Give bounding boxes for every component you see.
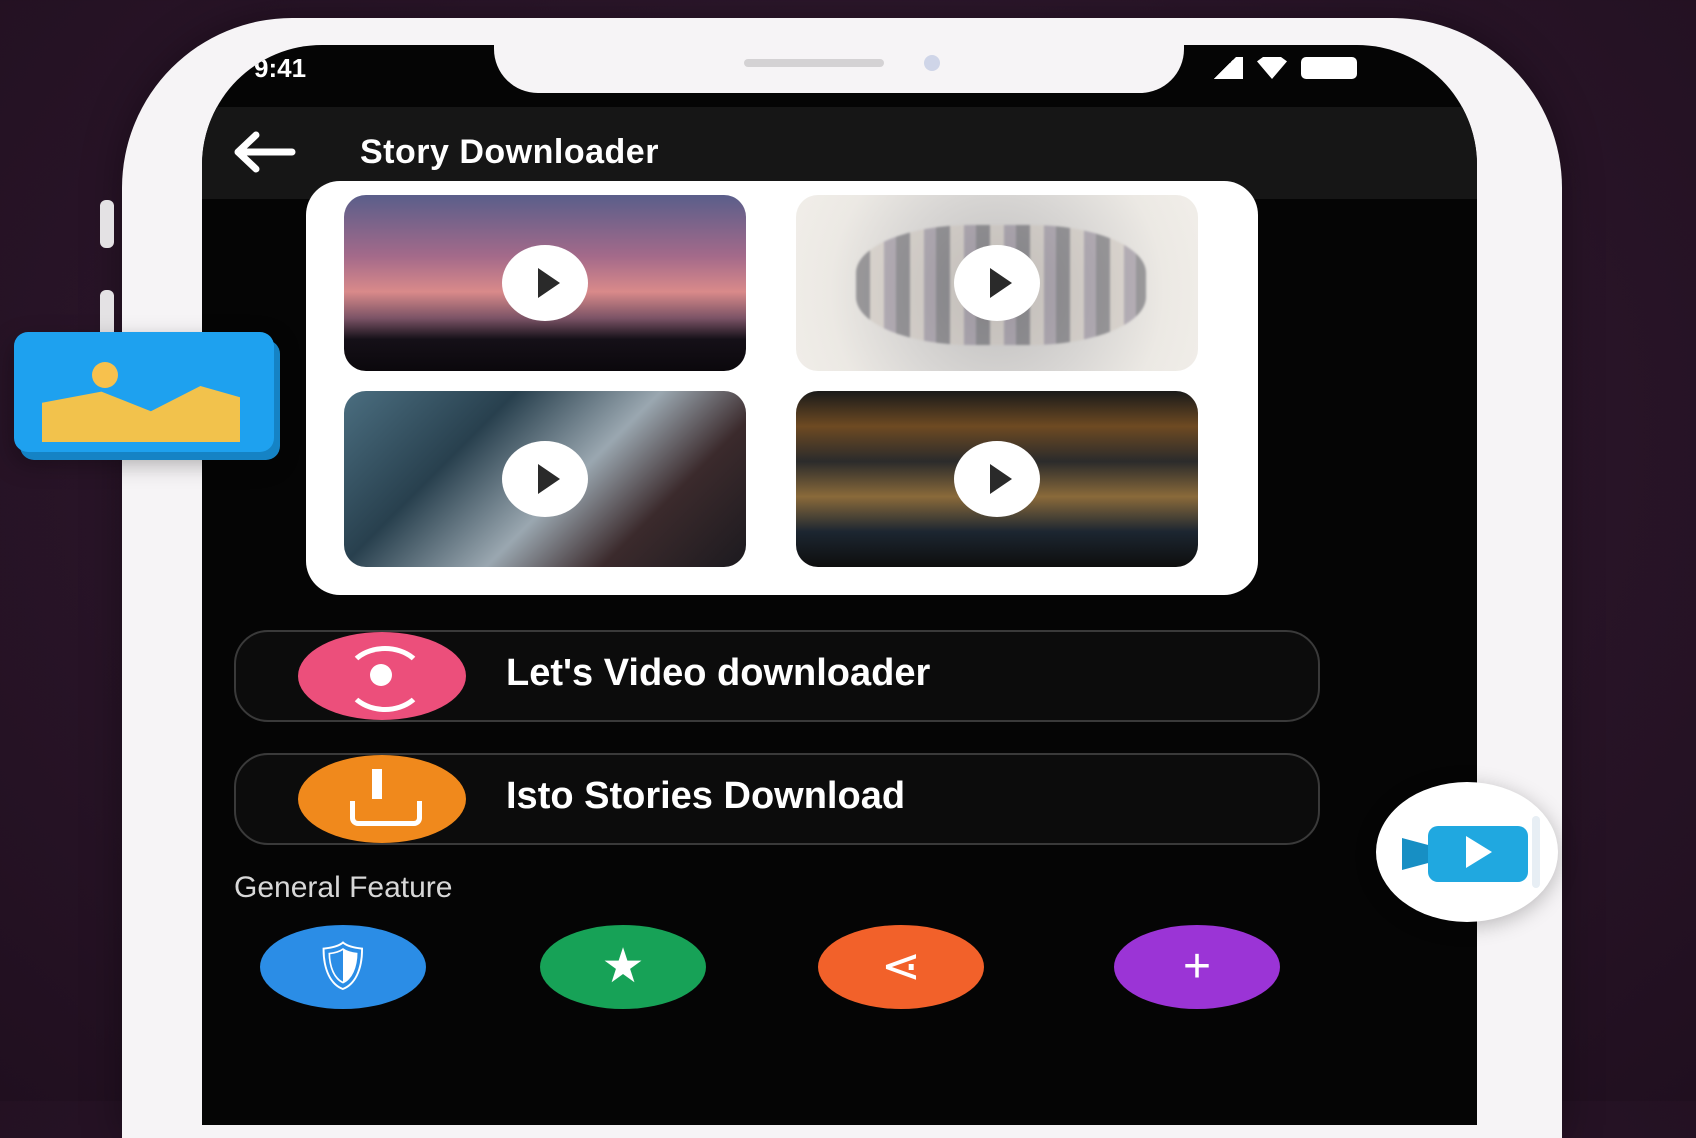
play-icon[interactable] — [502, 245, 588, 321]
download-dot — [370, 664, 392, 686]
share-icon: ⋖ — [880, 940, 922, 993]
section-title: General Feature — [234, 871, 453, 904]
more-feature-button[interactable]: + — [1114, 925, 1280, 1009]
download-arrow — [372, 769, 382, 799]
video-camera-icon — [1376, 782, 1558, 922]
city-night-thumbnail[interactable] — [796, 391, 1198, 567]
star-icon: ★ — [601, 940, 645, 993]
signal-icon — [1207, 57, 1243, 79]
gallery-image-icon — [14, 332, 274, 452]
front-camera — [924, 55, 940, 71]
notch — [494, 45, 1184, 93]
stories-download-label: Isto Stories Download — [506, 775, 906, 817]
share-feature-button[interactable]: ⋖ — [818, 925, 984, 1009]
play-icon[interactable] — [954, 441, 1040, 517]
rate-feature-button[interactable]: ★ — [540, 925, 706, 1009]
shield-info-icon: 🛡 — [312, 940, 374, 993]
download-tray — [350, 801, 422, 826]
badge-edge — [1532, 816, 1540, 888]
street-thumbnail[interactable] — [344, 391, 746, 567]
wifi-icon — [1257, 57, 1287, 79]
speaker — [744, 59, 884, 67]
video-downloader-button[interactable]: Let's Video downloader — [234, 630, 1320, 722]
phone-screen: 9:41 Story Downloader Let's Video downlo… — [202, 45, 1477, 1125]
plus-icon: + — [1182, 940, 1212, 993]
arrow-left-icon[interactable] — [228, 129, 298, 175]
status-icons — [1207, 57, 1357, 79]
download-tray-icon — [298, 755, 466, 843]
story-gallery — [306, 181, 1258, 595]
stories-download-button[interactable]: Isto Stories Download — [234, 753, 1320, 845]
battery-icon — [1301, 57, 1357, 79]
mountain-shape — [42, 386, 240, 442]
privacy-feature-button[interactable]: 🛡 — [260, 925, 426, 1009]
play-triangle — [1466, 836, 1492, 868]
video-downloader-label: Let's Video downloader — [506, 652, 931, 694]
sun-shape — [92, 362, 118, 388]
sunset-thumbnail[interactable] — [344, 195, 746, 371]
play-icon[interactable] — [502, 441, 588, 517]
video-download-icon — [298, 632, 466, 720]
phone-side-button-left — [100, 200, 114, 248]
collage-thumbnail[interactable] — [796, 195, 1198, 371]
page-title: Story Downloader — [360, 133, 659, 171]
status-time: 9:41 — [254, 53, 307, 83]
play-icon[interactable] — [954, 245, 1040, 321]
